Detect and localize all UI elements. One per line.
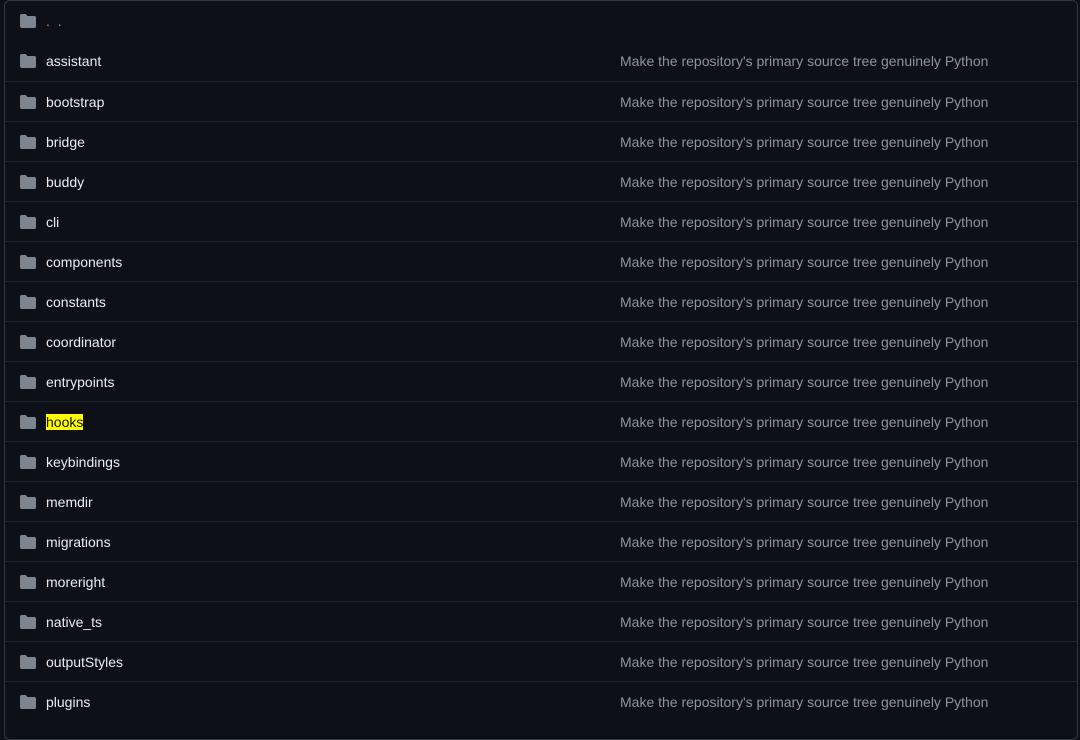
table-row[interactable]: assistant Make the repository's primary s… [5,41,1077,81]
table-row[interactable]: coordinator Make the repository's primary… [5,321,1077,361]
folder-name-link[interactable]: assistant [46,53,101,69]
table-row[interactable]: cli Make the repository's primary source … [5,201,1077,241]
commit-message-link[interactable]: Make the repository's primary source tre… [620,254,988,270]
table-row[interactable]: constants Make the repository's primary s… [5,281,1077,321]
folder-icon [20,374,36,390]
folder-name-link[interactable]: moreright [46,574,105,590]
folder-icon [20,614,36,630]
folder-name-link[interactable]: hooks [46,413,84,430]
table-row[interactable]: plugins Make the repository's primary sou… [5,681,1077,721]
table-row[interactable]: moreright Make the repository's primary s… [5,561,1077,601]
folder-icon [20,174,36,190]
table-row[interactable]: hooks Make the repository's primary sourc… [5,401,1077,441]
table-row[interactable]: memdir Make the repository's primary sour… [5,481,1077,521]
table-row[interactable]: migrations Make the repository's primary … [5,521,1077,561]
commit-message-link[interactable]: Make the repository's primary source tre… [620,694,988,710]
folder-icon [20,13,36,29]
commit-message-link[interactable]: Make the repository's primary source tre… [620,334,988,350]
commit-message-link[interactable]: Make the repository's primary source tre… [620,454,988,470]
table-row[interactable]: entrypoints Make the repository's primary… [5,361,1077,401]
parent-directory-row[interactable]: . . [5,1,1077,41]
folder-icon [20,654,36,670]
folder-name-link[interactable]: cli [46,214,59,230]
folder-name-link[interactable]: bridge [46,134,85,150]
folder-name-link[interactable]: constants [46,294,106,310]
commit-message-link[interactable]: Make the repository's primary source tre… [620,214,988,230]
commit-message-link[interactable]: Make the repository's primary source tre… [620,414,988,430]
folder-icon [20,574,36,590]
commit-message-link[interactable]: Make the repository's primary source tre… [620,94,988,110]
folder-name-link[interactable]: keybindings [46,454,120,470]
folder-icon [20,214,36,230]
commit-message-link[interactable]: Make the repository's primary source tre… [620,174,988,190]
folder-icon [20,414,36,430]
folder-icon [20,494,36,510]
folder-name-link[interactable]: memdir [46,494,93,510]
table-row[interactable]: buddy Make the repository's primary sourc… [5,161,1077,201]
folder-name-link[interactable]: migrations [46,534,111,550]
commit-message-link[interactable]: Make the repository's primary source tre… [620,614,988,630]
file-list-table: . . assistant Make the repository's prima… [4,0,1078,740]
commit-message-link[interactable]: Make the repository's primary source tre… [620,374,988,390]
folder-icon [20,53,36,69]
folder-name-link[interactable]: bootstrap [46,94,104,110]
folder-name-link[interactable]: plugins [46,694,90,710]
commit-message-link[interactable]: Make the repository's primary source tre… [620,494,988,510]
commit-message-link[interactable]: Make the repository's primary source tre… [620,654,988,670]
folder-name-link[interactable]: components [46,254,122,270]
folder-name-link[interactable]: outputStyles [46,654,123,670]
table-row[interactable]: keybindings Make the repository's primary… [5,441,1077,481]
folder-icon [20,454,36,470]
folder-icon [20,694,36,710]
folder-name-link[interactable]: coordinator [46,334,116,350]
parent-directory-link[interactable]: . . [46,13,64,29]
commit-message-link[interactable]: Make the repository's primary source tre… [620,294,988,310]
folder-icon [20,334,36,350]
table-row[interactable]: bridge Make the repository's primary sour… [5,121,1077,161]
folder-icon [20,134,36,150]
folder-icon [20,254,36,270]
table-row[interactable]: components Make the repository's primary … [5,241,1077,281]
folder-name-link[interactable]: native_ts [46,614,102,630]
folder-icon [20,94,36,110]
folder-name-link[interactable]: buddy [46,174,84,190]
folder-icon [20,294,36,310]
folder-name-link[interactable]: entrypoints [46,374,114,390]
commit-message-link[interactable]: Make the repository's primary source tre… [620,134,988,150]
table-row[interactable]: bootstrap Make the repository's primary s… [5,81,1077,121]
commit-message-link[interactable]: Make the repository's primary source tre… [620,53,988,69]
commit-message-link[interactable]: Make the repository's primary source tre… [620,574,988,590]
table-row[interactable]: outputStyles Make the repository's primar… [5,641,1077,681]
commit-message-link[interactable]: Make the repository's primary source tre… [620,534,988,550]
table-row[interactable]: native_ts Make the repository's primary s… [5,601,1077,641]
folder-icon [20,534,36,550]
